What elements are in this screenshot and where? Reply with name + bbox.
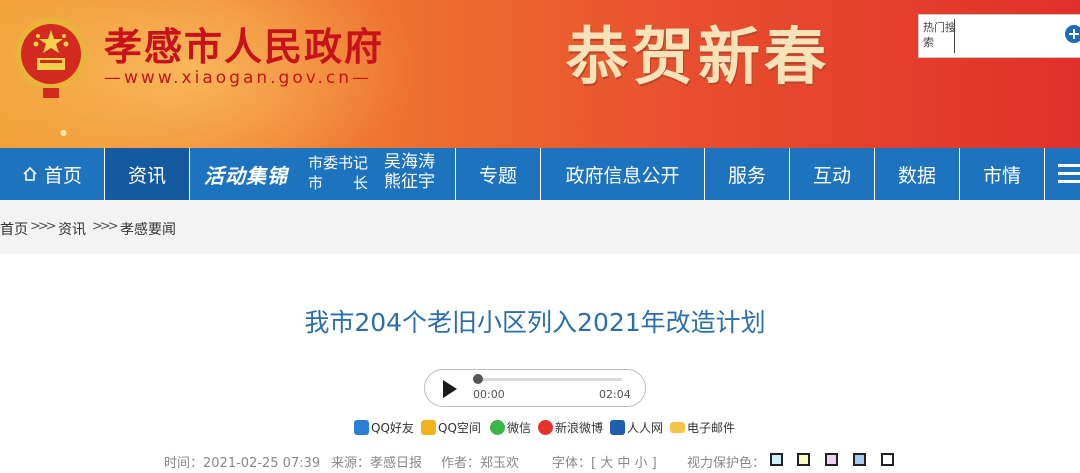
share-label: QQ空间	[438, 420, 481, 435]
breadcrumb-home[interactable]: 首页	[0, 219, 28, 239]
sparkle-icon: ●	[60, 128, 67, 137]
nav-item-interaction[interactable]: 互动	[790, 148, 875, 200]
eye-care-swatch[interactable]	[881, 453, 894, 466]
nav-item-label: 首页	[43, 164, 82, 187]
article-source: 来源：孝感日报	[331, 456, 423, 471]
eye-care-swatch[interactable]	[825, 453, 838, 466]
secretary-title: 市委书记	[308, 154, 369, 172]
eye-care-swatch[interactable]	[853, 453, 866, 466]
share-renren[interactable]: 人人网	[610, 418, 663, 436]
nav-item-activities[interactable]: 活动集锦	[190, 148, 302, 200]
nav-item-label: 服务	[727, 164, 766, 187]
nav-item-label: 数据	[897, 164, 936, 187]
breadcrumb-current[interactable]: 孝感要闻	[120, 219, 176, 239]
breadcrumb-separator: >>>	[92, 219, 119, 234]
search-input[interactable]	[959, 21, 1059, 51]
nav-item-label: 专题	[478, 164, 517, 187]
qq-icon	[354, 419, 369, 435]
share-wechat[interactable]: 微信	[490, 418, 531, 436]
nav-item-label: 市情	[982, 164, 1021, 187]
play-icon[interactable]	[443, 380, 457, 398]
breadcrumb: 首页 >>> 资讯 >>> 孝感要闻	[0, 200, 1080, 254]
mayor-title: 市 长	[308, 174, 369, 192]
wechat-icon	[490, 419, 505, 435]
home-icon	[23, 166, 37, 181]
nav-item-data[interactable]: 数据	[875, 148, 960, 200]
article-author: 作者：郑玉欢	[441, 456, 520, 471]
audio-current-time: 00:00	[473, 388, 505, 401]
share-qq-friend[interactable]: QQ好友	[354, 418, 414, 436]
search-icon[interactable]	[1065, 25, 1080, 43]
search-label: 热门搜索	[923, 21, 956, 49]
audio-player: 00:00 02:04	[424, 369, 646, 407]
eye-care-swatch[interactable]	[797, 453, 810, 466]
breadcrumb-separator: >>>	[30, 219, 57, 234]
site-name: 孝感市人民政府	[104, 24, 385, 69]
weibo-icon	[538, 419, 553, 435]
font-size-switch[interactable]: 字体：[ 大 中 小 ]	[552, 452, 657, 471]
new-year-greeting: 恭贺新春	[566, 20, 831, 93]
nav-item-label: 资讯	[127, 164, 166, 187]
share-email[interactable]: 电子邮件	[670, 418, 735, 436]
menu-icon[interactable]	[1058, 162, 1080, 186]
share-label: 人人网	[627, 420, 664, 435]
header-banner: 孝感市人民政府 —www.xiaogan.gov.cn— 恭贺新春 ● 热门搜索	[0, 0, 1080, 148]
nav-item-news[interactable]: 资讯	[105, 148, 190, 200]
article-title: 我市204个老旧小区列入2021年改造计划	[304, 308, 766, 337]
share-label: 微信	[507, 420, 532, 435]
share-weibo[interactable]: 新浪微博	[538, 418, 603, 436]
site-url: —www.xiaogan.gov.cn—	[104, 68, 373, 88]
eye-care-swatch[interactable]	[770, 453, 783, 466]
qzone-icon	[421, 419, 436, 435]
nav-item-label: 活动集锦	[204, 163, 288, 188]
audio-progress-track[interactable]	[477, 378, 622, 381]
main-nav: 首页 资讯 活动集锦 市委书记 吴海涛 市 长 熊征宇 专题 政府信息公开 服务…	[0, 148, 1080, 200]
renren-icon	[610, 419, 625, 435]
breadcrumb-news[interactable]: 资讯	[58, 219, 86, 239]
nav-item-topics[interactable]: 专题	[456, 148, 541, 200]
nav-item-city-info[interactable]: 市情	[960, 148, 1045, 200]
share-qzone[interactable]: QQ空间	[421, 418, 481, 436]
mayor-name[interactable]: 熊征宇	[384, 173, 435, 191]
email-icon	[670, 421, 685, 433]
article-time: 时间：2021-02-25 07:39	[164, 456, 321, 471]
search-box: 热门搜索	[918, 14, 1080, 58]
nav-item-label: 互动	[812, 164, 851, 187]
audio-duration: 02:04	[599, 388, 631, 401]
nav-item-home[interactable]: 首页	[0, 148, 105, 200]
share-label: QQ好友	[371, 420, 414, 435]
eye-care-label: 视力保护色：	[687, 456, 766, 471]
nav-item-gov-info[interactable]: 政府信息公开	[541, 148, 705, 200]
secretary-name[interactable]: 吴海涛	[384, 153, 435, 171]
share-label: 电子邮件	[687, 420, 736, 435]
nav-item-services[interactable]: 服务	[705, 148, 790, 200]
leaders-block: 市委书记 吴海涛 市 长 熊征宇	[302, 148, 456, 200]
nav-item-label: 政府信息公开	[565, 164, 680, 187]
audio-progress-handle[interactable]	[473, 374, 483, 384]
national-emblem-icon	[15, 18, 87, 98]
share-label: 新浪微博	[555, 420, 604, 435]
